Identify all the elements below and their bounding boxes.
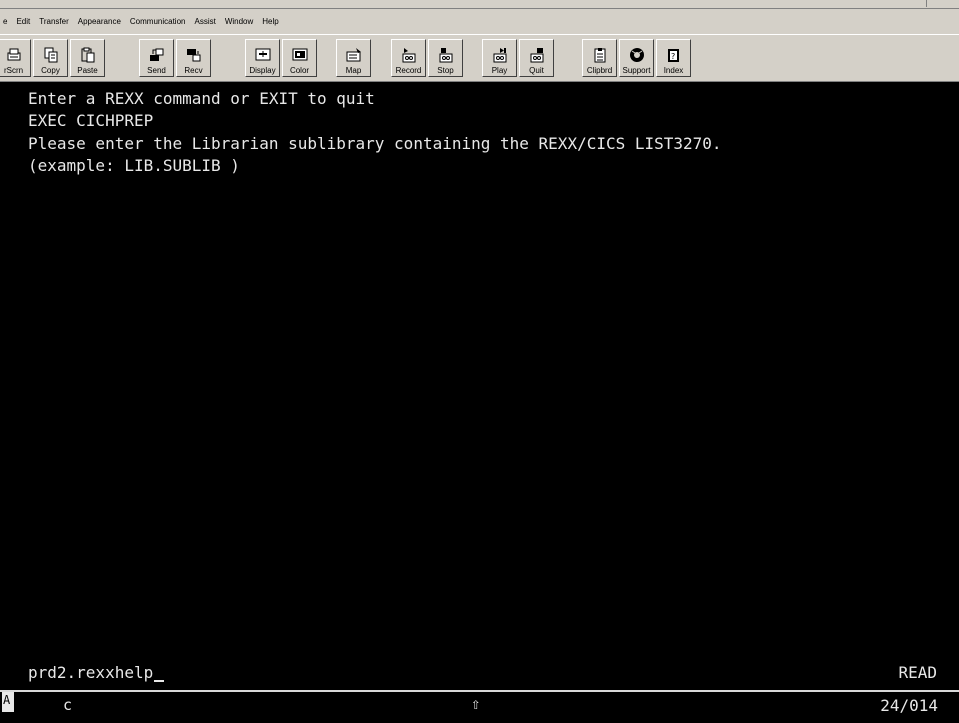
receive-button[interactable]: Recv xyxy=(176,39,211,77)
paste-icon xyxy=(80,46,96,64)
map-icon xyxy=(346,46,362,64)
session-indicator-box: A xyxy=(2,692,14,712)
copy-label: Copy xyxy=(41,66,60,75)
menu-communication[interactable]: Communication xyxy=(126,17,191,26)
paste-label: Paste xyxy=(77,66,98,75)
terminal-line: (example: LIB.SUBLIB ) xyxy=(28,156,240,175)
record-button[interactable]: Record xyxy=(391,39,426,77)
menu-help[interactable]: Help xyxy=(258,17,283,26)
quit-button[interactable]: Quit xyxy=(519,39,554,77)
copy-button[interactable]: Copy xyxy=(33,39,68,77)
color-button[interactable]: Color xyxy=(282,39,317,77)
window-controls[interactable] xyxy=(926,0,957,7)
copy-icon xyxy=(43,46,59,64)
clipboard-icon xyxy=(592,46,608,64)
support-icon xyxy=(629,46,645,64)
clipboard-label: Clipbrd xyxy=(586,66,613,75)
display-button[interactable]: Display xyxy=(245,39,280,77)
record-label: Record xyxy=(395,66,422,75)
terminal-line: EXEC CICHPREP xyxy=(28,111,154,130)
menu-window[interactable]: Window xyxy=(221,17,258,26)
clipboard-button[interactable]: Clipbrd xyxy=(582,39,617,77)
menu-appearance[interactable]: Appearance xyxy=(74,17,126,26)
terminal-screen[interactable]: Enter a REXX command or EXIT to quit EXE… xyxy=(0,82,959,692)
print-screen-label: rScrn xyxy=(3,66,24,75)
svg-text:?: ? xyxy=(671,52,675,61)
operator-information-area: A c ⇧ 24/014 xyxy=(0,692,959,723)
stop-icon xyxy=(438,46,454,64)
send-label: Send xyxy=(147,66,166,75)
display-icon xyxy=(255,46,271,64)
status-indicator: READ xyxy=(898,663,937,682)
receive-label: Recv xyxy=(184,66,203,75)
support-label: Support xyxy=(622,66,651,75)
shift-indicator-icon: ⇧ xyxy=(471,694,481,713)
menu-transfer[interactable]: Transfer xyxy=(35,17,74,26)
print-screen-icon xyxy=(6,46,22,64)
text-cursor xyxy=(154,680,165,682)
play-label: Play xyxy=(491,66,508,75)
window-title-bar xyxy=(0,0,959,9)
toolbar: rScrn Copy Paste Send Recv Display Color… xyxy=(0,35,959,82)
display-label: Display xyxy=(249,66,276,75)
stop-label: Stop xyxy=(437,66,454,75)
map-label: Map xyxy=(345,66,362,75)
quit-icon xyxy=(529,46,545,64)
paste-button[interactable]: Paste xyxy=(70,39,105,77)
command-input-line[interactable]: prd2.rexxhelp xyxy=(28,663,165,682)
menu-assist[interactable]: Assist xyxy=(190,17,220,26)
record-icon xyxy=(401,46,417,64)
quit-label: Quit xyxy=(529,66,544,75)
color-label: Color xyxy=(289,66,310,75)
menu-bar: e Edit Transfer Appearance Communication… xyxy=(0,9,959,35)
receive-icon xyxy=(186,46,202,64)
color-icon xyxy=(292,46,308,64)
terminal-line: Enter a REXX command or EXIT to quit xyxy=(28,89,375,108)
menu-edit[interactable]: Edit xyxy=(12,17,35,26)
command-input-text: prd2.rexxhelp xyxy=(28,663,154,682)
support-button[interactable]: Support xyxy=(619,39,654,77)
play-icon xyxy=(492,46,508,64)
index-label: Index xyxy=(663,66,684,75)
play-button[interactable]: Play xyxy=(482,39,517,77)
menu-file[interactable]: e xyxy=(0,17,12,26)
cursor-position: 24/014 xyxy=(880,696,938,715)
stop-button[interactable]: Stop xyxy=(428,39,463,77)
session-indicator: A xyxy=(3,693,11,707)
send-icon xyxy=(149,46,165,64)
connection-mode: c xyxy=(63,696,73,714)
terminal-line: Please enter the Librarian sublibrary co… xyxy=(28,134,722,153)
map-button[interactable]: Map xyxy=(336,39,371,77)
send-button[interactable]: Send xyxy=(139,39,174,77)
index-button[interactable]: ? Index xyxy=(656,39,691,77)
index-icon: ? xyxy=(666,46,682,64)
print-screen-button[interactable]: rScrn xyxy=(0,39,31,77)
